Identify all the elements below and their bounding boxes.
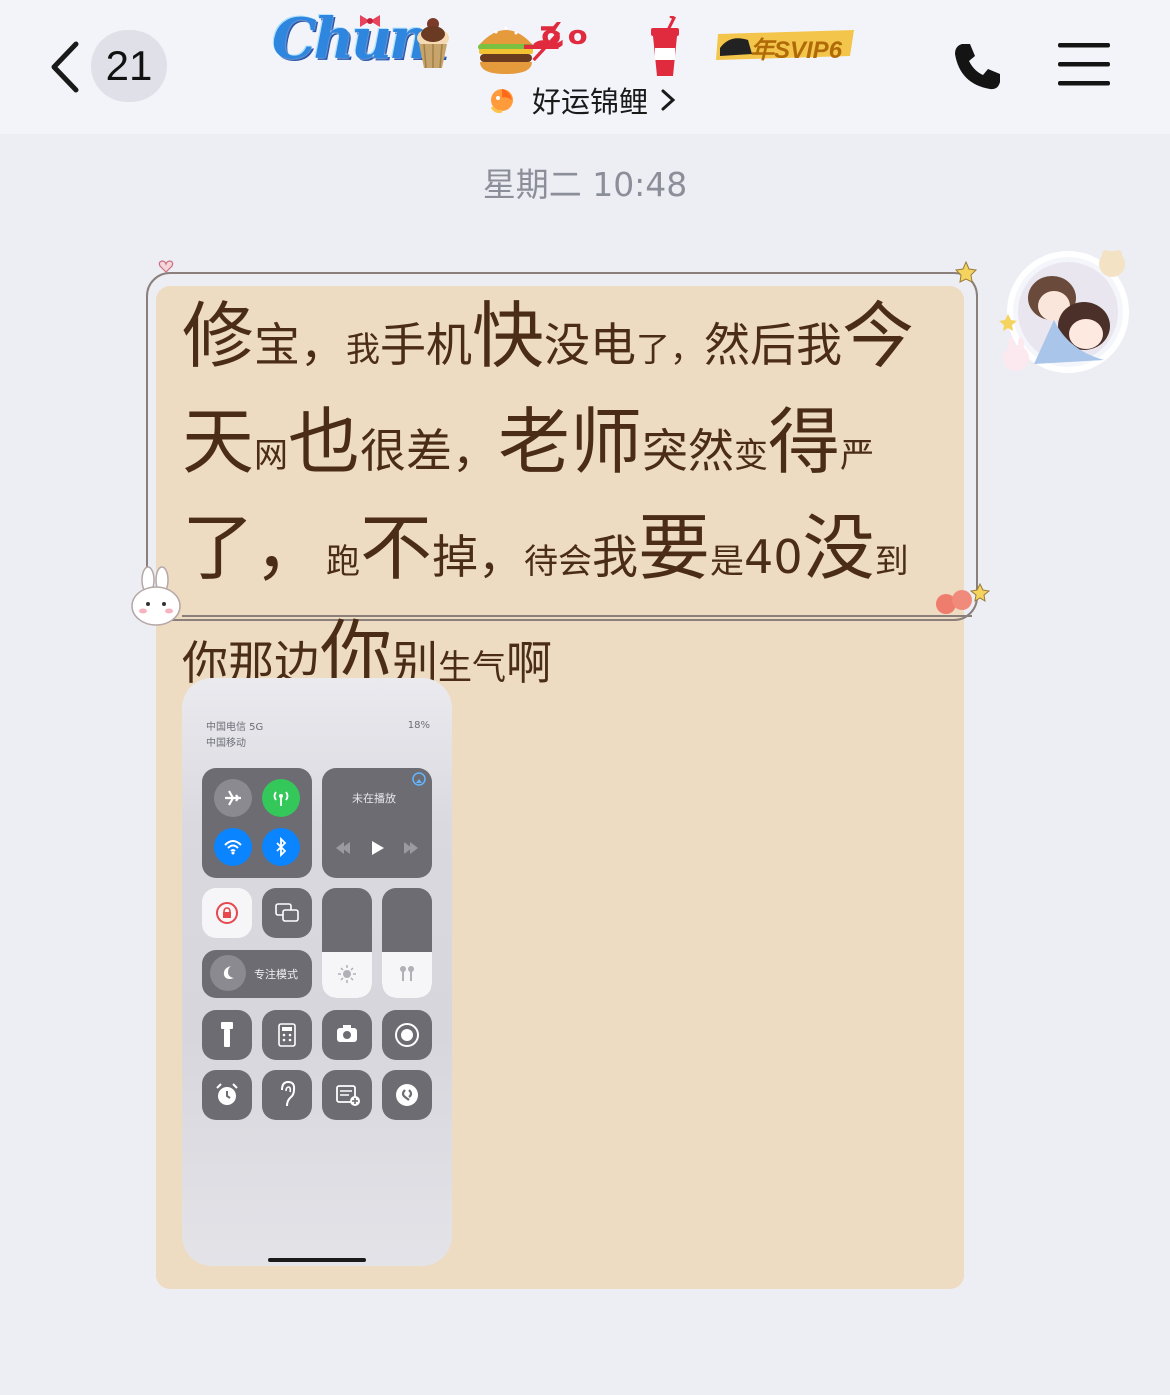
screen-mirroring-icon <box>275 903 299 922</box>
battery-label: 18% <box>407 720 430 731</box>
burger-emoji-icon <box>478 26 534 74</box>
rotation-lock-icon <box>216 902 238 924</box>
message-text-segment: 跑 <box>326 542 361 582</box>
message-text-segment: 得 <box>768 400 841 484</box>
record-icon <box>395 1023 419 1047</box>
antenna-icon <box>273 791 289 806</box>
message-text-segment: 突然 <box>642 424 735 478</box>
message-text-segment: 宝， <box>254 318 347 372</box>
carrier-1-label: 中国电信 5G <box>206 722 264 733</box>
chat-header: 21 Chum ᵒ̴̶̷᷄ᵒ 年SVIP6 好运锦鲤 <box>0 0 1170 134</box>
message-text-segment: 我 <box>346 330 381 370</box>
message-text-segment: 修 <box>182 294 255 378</box>
message-text-segment: 40 <box>744 530 803 584</box>
ear-icon <box>281 1080 296 1107</box>
message-text-segment: 也 <box>288 400 361 484</box>
soda-cup-icon <box>651 16 679 76</box>
chevron-right-icon <box>661 89 676 111</box>
message-text-segment: 不 <box>360 506 433 590</box>
flashlight-icon <box>221 1022 233 1047</box>
message-text-segment: 了， <box>636 330 705 370</box>
sun-icon <box>338 965 356 983</box>
message-text-segment: 没电 <box>544 318 637 372</box>
message-text: 修宝，我手机快没电了，然后我今天网也很差，老师突然变得严了，跑不掉，待会我要是4… <box>182 290 954 714</box>
message-text-segment: 网 <box>254 436 289 476</box>
wifi-toggle[interactable] <box>214 828 252 866</box>
message-text-segment: 手机 <box>380 318 473 372</box>
hamburger-menu-icon <box>1058 43 1110 86</box>
home-indicator <box>268 1258 366 1262</box>
contact-nickname[interactable]: Chum ᵒ̴̶̷᷄ᵒ 年SVIP6 <box>270 6 870 80</box>
moon-icon-wrap <box>210 955 246 991</box>
cellular-data-toggle[interactable] <box>262 779 300 817</box>
wallet-add-icon <box>336 1085 360 1106</box>
message-text-segment: 快 <box>472 294 545 378</box>
message-text-segment: 掉， <box>432 530 525 584</box>
sender-avatar[interactable] <box>994 240 1140 384</box>
airplay-icon <box>412 772 426 786</box>
svip-label: 年SVIP6 <box>750 37 843 64</box>
bluetooth-toggle[interactable] <box>262 828 300 866</box>
message-text-segment: 待会 <box>524 542 593 582</box>
airplane-icon <box>225 790 241 806</box>
svip-badge[interactable]: 年SVIP6 <box>714 26 862 64</box>
now-playing-label: 未在播放 <box>352 792 396 805</box>
message-text-segment: 严 <box>840 436 875 476</box>
message-text-segment: 然后我 <box>704 318 843 372</box>
wifi-icon <box>224 840 242 855</box>
voice-call-button[interactable] <box>950 38 1006 94</box>
airpods-icon <box>400 966 414 981</box>
message-text-segment: 变 <box>734 436 769 476</box>
chevron-left-icon <box>51 41 79 93</box>
focus-mode-label: 专注模式 <box>254 968 298 981</box>
back-button[interactable] <box>44 38 90 96</box>
message-text-segment: 生气 <box>438 648 507 688</box>
message-text-segment: 我 <box>592 530 639 584</box>
bluetooth-icon <box>276 837 287 857</box>
message-text-segment: 了， <box>182 506 327 590</box>
status-text: 好运锦鲤 <box>532 85 649 119</box>
more-menu-button[interactable] <box>1056 40 1112 90</box>
shazam-icon <box>396 1084 418 1106</box>
message-text-segment: 是 <box>710 542 745 582</box>
bow-icon <box>360 15 380 27</box>
screenshot-status-bar: 中国电信 5G 中国移动 <box>206 720 263 752</box>
calculator-icon <box>278 1023 296 1047</box>
avatar-image <box>999 250 1129 373</box>
alarm-clock-icon <box>216 1083 238 1105</box>
message-text-segment: 没 <box>802 506 875 590</box>
cupcake-emoji-icon <box>417 18 449 69</box>
star-icon <box>954 260 978 283</box>
heart-icon <box>158 260 174 273</box>
message-text-segment: 要 <box>638 506 711 590</box>
koi-fish-icon <box>490 89 513 113</box>
phone-icon <box>955 44 1000 90</box>
bunny-sticker-icon <box>131 566 181 626</box>
message-timestamp: 星期二 10:48 <box>482 165 688 204</box>
bubble-frame-bottom-line <box>182 615 972 617</box>
message-text-segment: 老师 <box>498 400 643 484</box>
message-text-segment: 啊 <box>506 636 553 690</box>
moon-icon <box>223 966 234 979</box>
airplane-mode-toggle[interactable] <box>214 779 252 817</box>
camera-icon <box>337 1025 357 1042</box>
nickname-eyes-text: ᵒ̴̶̷᷄ᵒ <box>540 16 593 70</box>
playback-controls-icon <box>336 841 418 855</box>
message-text-segment: 到 <box>874 542 909 582</box>
carrier-2-label: 中国移动 <box>206 738 246 749</box>
status-link[interactable]: 好运锦鲤 <box>488 80 676 120</box>
message-text-segment: 很差， <box>360 424 499 478</box>
unread-count-badge[interactable]: 21 <box>91 30 167 102</box>
